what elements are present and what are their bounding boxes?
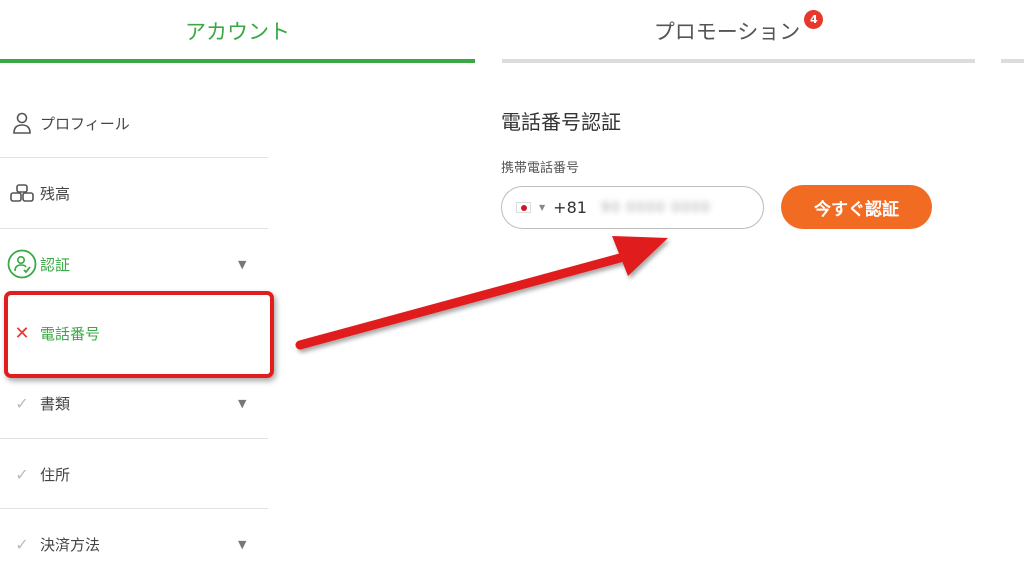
phone-input[interactable]: ▼ +81 90 0000 0000	[501, 186, 764, 229]
sidebar-item-label: 認証	[40, 255, 71, 274]
check-icon: ✓	[15, 464, 29, 484]
person-icon	[0, 112, 40, 134]
tab-account[interactable]: アカウント	[0, 0, 475, 62]
section-title: 電話番号認証	[501, 110, 621, 134]
x-icon: ✕	[14, 322, 30, 344]
chevron-down-icon[interactable]: ▼	[238, 538, 268, 551]
tab-account-underline	[0, 59, 475, 63]
check-icon: ✓	[15, 393, 29, 413]
sidebar-item-label: 書類	[40, 394, 71, 413]
page: アカウント プロモーション 4 プロフィール 残高 認証 ▼ ✕ 電話番号 ✓ …	[0, 0, 1024, 565]
sidebar-item-address[interactable]: ✓ 住所	[0, 439, 268, 509]
tab-promotion-label: プロモーション	[653, 20, 801, 44]
promotion-badge: 4	[804, 9, 824, 29]
sidebar-item-label: 決済方法	[40, 535, 101, 554]
sidebar-item-label: 住所	[40, 465, 71, 484]
tab-account-label: アカウント	[185, 20, 290, 44]
tab-promotion[interactable]: プロモーション 4	[502, 0, 975, 62]
sidebar-item-verification[interactable]: 認証 ▼	[0, 229, 268, 299]
chevron-down-icon[interactable]: ▼	[539, 203, 545, 212]
tab-next-underline	[1001, 59, 1024, 63]
chevron-down-icon[interactable]: ▼	[238, 397, 268, 410]
sidebar-item-label: 残高	[40, 184, 71, 203]
sidebar-item-label: プロフィール	[40, 114, 130, 133]
chevron-down-icon[interactable]: ▼	[238, 258, 268, 271]
verify-now-button[interactable]: 今すぐ認証	[781, 185, 932, 229]
japan-flag-icon[interactable]	[516, 202, 531, 213]
sidebar-item-documents[interactable]: ✓ 書類 ▼	[0, 368, 268, 438]
phone-number-value: 90 0000 0000	[600, 199, 711, 216]
coins-icon	[0, 183, 40, 203]
phone-field-label: 携帯電話番号	[501, 161, 580, 176]
sidebar-item-phone-number[interactable]: ✕ 電話番号	[0, 298, 268, 368]
sidebar-item-balance[interactable]: 残高	[0, 158, 268, 228]
sidebar-item-label: 電話番号	[40, 324, 101, 343]
verified-user-icon	[0, 249, 40, 279]
check-icon: ✓	[15, 534, 29, 554]
tab-promotion-underline	[502, 59, 975, 63]
sidebar-item-profile[interactable]: プロフィール	[0, 88, 268, 158]
sidebar-item-payment-methods[interactable]: ✓ 決済方法 ▼	[0, 509, 268, 565]
dial-code: +81	[553, 198, 587, 217]
